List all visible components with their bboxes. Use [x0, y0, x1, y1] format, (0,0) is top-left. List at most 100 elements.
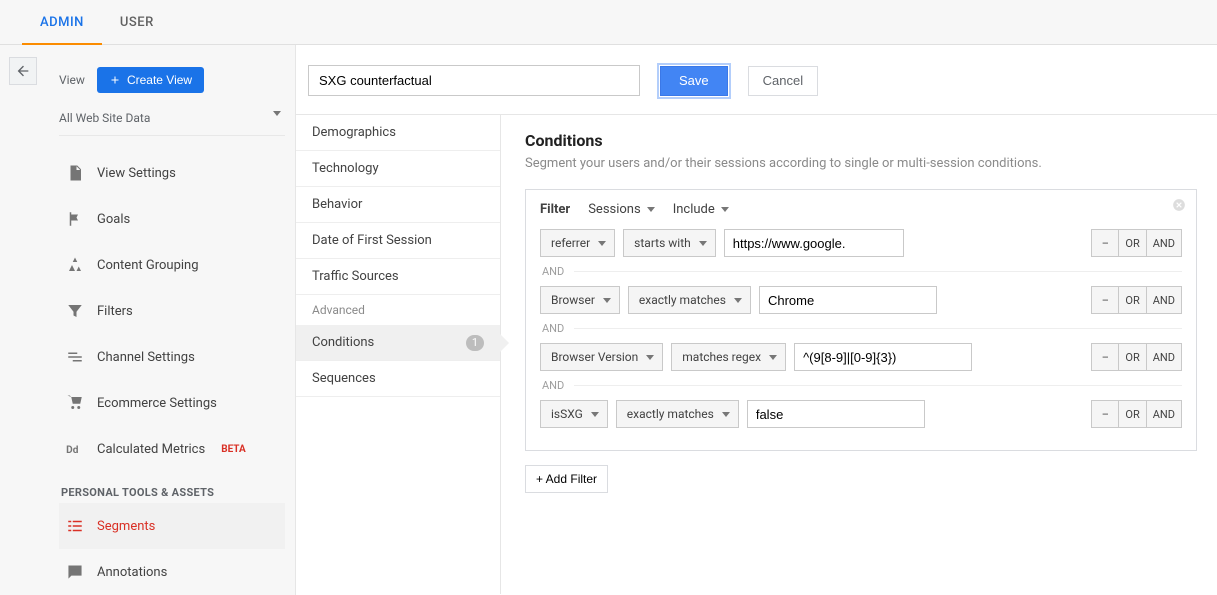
- or-button[interactable]: OR: [1118, 400, 1146, 428]
- top-tabs: ADMIN USER: [0, 0, 1217, 45]
- segment-name-input[interactable]: [308, 65, 640, 96]
- remove-filter-icon[interactable]: [1172, 198, 1186, 212]
- caret-down-icon: [598, 241, 606, 246]
- grouping-icon: [65, 255, 85, 275]
- create-view-label: Create View: [127, 73, 192, 87]
- condition-row: isSXG exactly matches – OR AND: [540, 400, 1182, 428]
- caret-down-icon: [699, 241, 707, 246]
- value-input[interactable]: [794, 343, 972, 371]
- mode-select[interactable]: Include: [673, 202, 729, 217]
- nav-segments[interactable]: Segments: [59, 503, 285, 549]
- tab-admin[interactable]: ADMIN: [22, 0, 102, 45]
- nav-label: Annotations: [97, 565, 167, 580]
- category-list: Demographics Technology Behavior Date of…: [296, 115, 501, 594]
- dim-value: isSXG: [551, 407, 583, 421]
- nav-content-grouping[interactable]: Content Grouping: [59, 242, 285, 288]
- and-button[interactable]: AND: [1146, 229, 1182, 257]
- dimension-select[interactable]: Browser Version: [540, 343, 663, 371]
- nav-label: Calculated Metrics: [97, 442, 205, 457]
- nav-filters[interactable]: Filters: [59, 288, 285, 334]
- nav-section-header: PERSONAL TOOLS & ASSETS: [61, 486, 285, 499]
- condition-row: Browser Version matches regex – OR AND: [540, 343, 1182, 371]
- annotations-icon: [65, 562, 85, 582]
- nav-goals[interactable]: Goals: [59, 196, 285, 242]
- save-button[interactable]: Save: [660, 66, 728, 96]
- caret-down-icon: [647, 207, 655, 212]
- cat-conditions[interactable]: Conditions 1: [296, 325, 500, 361]
- cancel-button[interactable]: Cancel: [748, 66, 818, 96]
- cat-sequences[interactable]: Sequences: [296, 361, 500, 397]
- flag-icon: [65, 209, 85, 229]
- cat-advanced-header: Advanced: [296, 295, 500, 325]
- caret-down-icon: [769, 355, 777, 360]
- caret-down-icon: [603, 298, 611, 303]
- view-selected: All Web Site Data: [59, 111, 150, 125]
- op-value: exactly matches: [627, 407, 714, 421]
- document-icon: [65, 163, 85, 183]
- value-input[interactable]: [724, 229, 904, 257]
- nav-channel-settings[interactable]: Channel Settings: [59, 334, 285, 380]
- left-sidebar: View Create View All Web Site Data View …: [45, 45, 295, 595]
- operator-select[interactable]: exactly matches: [628, 286, 751, 314]
- beta-badge: BETA: [221, 444, 246, 455]
- filter-box: Filter Sessions Include referrer: [525, 189, 1197, 451]
- view-dropdown[interactable]: All Web Site Data: [59, 105, 285, 136]
- value-input[interactable]: [759, 286, 937, 314]
- nav-view-settings[interactable]: View Settings: [59, 150, 285, 196]
- scope-value: Sessions: [588, 202, 641, 217]
- mode-value: Include: [673, 202, 715, 217]
- nav-label: View Settings: [97, 166, 176, 181]
- dd-icon: Dd: [65, 439, 85, 459]
- dimension-select[interactable]: referrer: [540, 229, 615, 257]
- dim-value: referrer: [551, 236, 590, 250]
- scope-select[interactable]: Sessions: [588, 202, 655, 217]
- remove-row-button[interactable]: –: [1091, 229, 1119, 257]
- nav-primary: View Settings Goals Content Grouping Fil…: [59, 150, 285, 472]
- back-button[interactable]: [9, 57, 37, 85]
- plus-icon: [109, 74, 121, 86]
- dim-value: Browser: [551, 293, 595, 307]
- filter-label: Filter: [540, 202, 570, 217]
- or-button[interactable]: OR: [1118, 343, 1146, 371]
- and-button[interactable]: AND: [1146, 286, 1182, 314]
- caret-down-icon: [721, 207, 729, 212]
- and-separator: AND: [542, 379, 1182, 392]
- and-separator: AND: [542, 322, 1182, 335]
- create-view-button[interactable]: Create View: [97, 67, 204, 93]
- condition-row: referrer starts with – OR AND: [540, 229, 1182, 257]
- remove-row-button[interactable]: –: [1091, 400, 1119, 428]
- nav-calculated-metrics[interactable]: Dd Calculated Metrics BETA: [59, 426, 285, 472]
- remove-row-button[interactable]: –: [1091, 286, 1119, 314]
- operator-select[interactable]: exactly matches: [616, 400, 739, 428]
- add-filter-button[interactable]: + Add Filter: [525, 465, 608, 493]
- cat-technology[interactable]: Technology: [296, 151, 500, 187]
- and-button[interactable]: AND: [1146, 400, 1182, 428]
- cat-date-first-session[interactable]: Date of First Session: [296, 223, 500, 259]
- dimension-select[interactable]: isSXG: [540, 400, 608, 428]
- operator-select[interactable]: starts with: [623, 229, 716, 257]
- and-button[interactable]: AND: [1146, 343, 1182, 371]
- nav-label: Segments: [97, 519, 155, 534]
- value-input[interactable]: [747, 400, 925, 428]
- nav-ecommerce-settings[interactable]: Ecommerce Settings: [59, 380, 285, 426]
- cat-demographics[interactable]: Demographics: [296, 115, 500, 151]
- dimension-select[interactable]: Browser: [540, 286, 620, 314]
- and-separator: AND: [542, 265, 1182, 278]
- operator-select[interactable]: matches regex: [671, 343, 786, 371]
- caret-down-icon: [273, 111, 281, 116]
- segments-icon: [65, 516, 85, 536]
- dim-value: Browser Version: [551, 350, 638, 364]
- op-value: matches regex: [682, 350, 761, 364]
- or-button[interactable]: OR: [1118, 229, 1146, 257]
- nav-label: Goals: [97, 212, 130, 227]
- cat-behavior[interactable]: Behavior: [296, 187, 500, 223]
- remove-row-button[interactable]: –: [1091, 343, 1119, 371]
- nav-label: Channel Settings: [97, 350, 195, 365]
- nav-annotations[interactable]: Annotations: [59, 549, 285, 595]
- sliders-icon: [65, 347, 85, 367]
- cat-badge: 1: [466, 335, 484, 351]
- cat-traffic-sources[interactable]: Traffic Sources: [296, 259, 500, 295]
- tab-user[interactable]: USER: [102, 0, 172, 45]
- or-button[interactable]: OR: [1118, 286, 1146, 314]
- caret-down-icon: [734, 298, 742, 303]
